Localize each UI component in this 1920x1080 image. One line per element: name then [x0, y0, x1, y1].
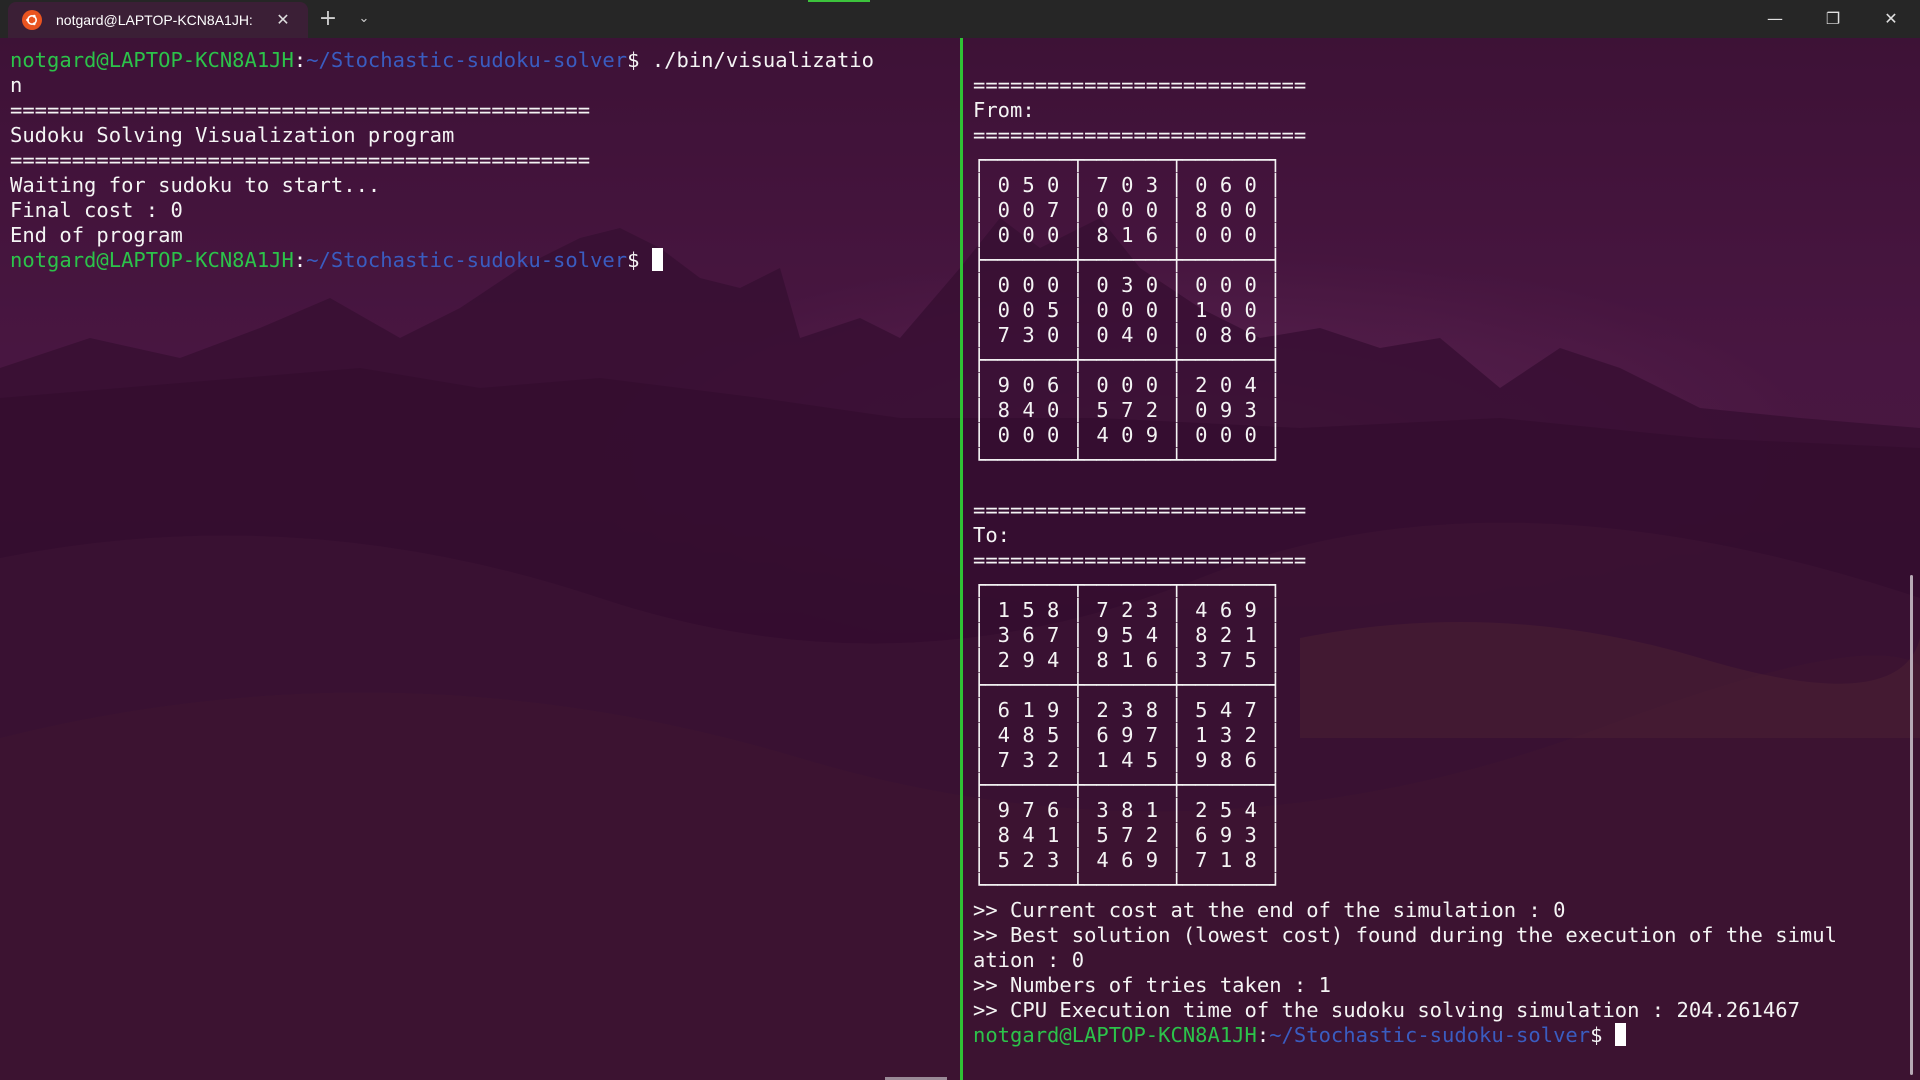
from-sudoku-block: =========================== From: ========… [973, 73, 1913, 498]
result-output-line: >> Current cost at the end of the simula… [973, 898, 1566, 922]
output-line: ========================================… [10, 148, 591, 172]
to-output-line: ┌───────┬───────┬───────┐ [973, 573, 1282, 597]
prompt-colon: : [1256, 1023, 1270, 1047]
output-line: Final cost : 0 [10, 198, 183, 222]
to-output-line: =========================== [973, 548, 1307, 572]
from-output-line [973, 473, 1913, 498]
to-output-line: │ 2 9 4 │ 8 1 6 │ 3 7 5 │ [973, 648, 1282, 672]
accent-line [808, 0, 870, 2]
text-cursor [1614, 1023, 1626, 1046]
prompt-line: notgard@LAPTOP-KCN8A1JH:~/Stochastic-sud… [973, 1023, 1913, 1048]
terminal-window: notgard@LAPTOP-KCN8A1JH: ✕ + ⌄ — ❐ ✕ not… [0, 0, 1920, 1080]
result-output-line: >> Numbers of tries taken : 1 [973, 973, 1331, 997]
from-output-line: │ 0 0 5 │ 0 0 0 │ 1 0 0 │ [973, 298, 1282, 322]
output-line: ========================================… [10, 98, 591, 122]
to-output-line: └───────┴───────┴───────┘ [973, 873, 1282, 897]
prompt-path: ~/Stochastic-sudoku-solver [306, 48, 628, 72]
right-terminal-output: =========================== From: ========… [973, 73, 1913, 1048]
to-output-line: │ 8 4 1 │ 5 7 2 │ 6 9 3 │ [973, 823, 1282, 847]
from-output-line: ├───────┼───────┼───────┤ [973, 248, 1282, 272]
from-output-line: │ 0 5 0 │ 7 0 3 │ 0 6 0 │ [973, 173, 1282, 197]
result-output-line: >> Best solution (lowest cost) found dur… [973, 923, 1837, 947]
title-bar: notgard@LAPTOP-KCN8A1JH: ✕ + ⌄ — ❐ ✕ [0, 0, 1920, 38]
chevron-down-icon[interactable]: ⌄ [346, 0, 382, 38]
from-output-line: From: [973, 98, 1035, 122]
left-terminal-pane[interactable]: notgard@LAPTOP-KCN8A1JH:~/Stochastic-sud… [0, 38, 960, 1080]
from-output-line: └───────┴───────┴───────┘ [973, 448, 1282, 472]
prompt-dollar: $ [627, 48, 652, 72]
result-output-line: >> CPU Execution time of the sudoku solv… [973, 998, 1800, 1022]
to-output-line: │ 5 2 3 │ 4 6 9 │ 7 1 8 │ [973, 848, 1282, 872]
plus-icon[interactable]: + [310, 0, 346, 38]
prompt-user: notgard@LAPTOP-KCN8A1JH [10, 48, 294, 72]
from-output-line: ┌───────┬───────┬───────┐ [973, 148, 1282, 172]
prompt-user: notgard@LAPTOP-KCN8A1JH [973, 1023, 1257, 1047]
prompt-user: notgard@LAPTOP-KCN8A1JH [10, 248, 294, 272]
to-output-line: │ 4 8 5 │ 6 9 7 │ 1 3 2 │ [973, 723, 1282, 747]
ubuntu-icon [22, 10, 42, 30]
to-sudoku-block: =========================== To: ==========… [973, 498, 1913, 898]
prompt-line: notgard@LAPTOP-KCN8A1JH:~/Stochastic-sud… [10, 248, 960, 273]
prompt-dollar: $ [627, 248, 652, 272]
tab-title: notgard@LAPTOP-KCN8A1JH: [56, 12, 253, 28]
command-wrap-line: n [10, 73, 23, 97]
prompt-path: ~/Stochastic-sudoku-solver [1269, 1023, 1591, 1047]
output-line: Sudoku Solving Visualization program [10, 123, 455, 147]
prompt-colon: : [293, 48, 307, 72]
to-output-line: To: [973, 523, 1011, 547]
prompt-line: notgard@LAPTOP-KCN8A1JH:~/Stochastic-sud… [10, 48, 960, 73]
tab-ubuntu[interactable]: notgard@LAPTOP-KCN8A1JH: ✕ [8, 2, 308, 38]
scrollbar-thumb[interactable] [1910, 575, 1913, 1075]
result-output-line: ation : 0 [973, 948, 1085, 972]
output-line: Waiting for sudoku to start... [10, 173, 381, 197]
left-terminal-output: notgard@LAPTOP-KCN8A1JH:~/Stochastic-sud… [10, 48, 960, 273]
from-output-line: │ 0 0 0 │ 0 3 0 │ 0 0 0 │ [973, 273, 1282, 297]
text-cursor [651, 248, 663, 271]
from-output-line: │ 7 3 0 │ 0 4 0 │ 0 8 6 │ [973, 323, 1282, 347]
from-output-line: │ 0 0 0 │ 8 1 6 │ 0 0 0 │ [973, 223, 1282, 247]
prompt-path: ~/Stochastic-sudoku-solver [306, 248, 628, 272]
window-close-icon[interactable]: ✕ [1862, 0, 1920, 38]
to-output-line: │ 6 1 9 │ 2 3 8 │ 5 4 7 │ [973, 698, 1282, 722]
to-output-line: │ 9 7 6 │ 3 8 1 │ 2 5 4 │ [973, 798, 1282, 822]
minimize-icon[interactable]: — [1746, 0, 1804, 38]
from-output-line: │ 8 4 0 │ 5 7 2 │ 0 9 3 │ [973, 398, 1282, 422]
result-block: >> Current cost at the end of the simula… [973, 898, 1913, 1023]
from-output-line: │ 0 0 0 │ 4 0 9 │ 0 0 0 │ [973, 423, 1282, 447]
prompt-colon: : [293, 248, 307, 272]
restore-icon[interactable]: ❐ [1804, 0, 1862, 38]
from-output-line: │ 9 0 6 │ 0 0 0 │ 2 0 4 │ [973, 373, 1282, 397]
from-output-line: =========================== [973, 123, 1307, 147]
to-output-line: ├───────┼───────┼───────┤ [973, 773, 1282, 797]
to-output-line: │ 3 6 7 │ 9 5 4 │ 8 2 1 │ [973, 623, 1282, 647]
from-output-line: ├───────┼───────┼───────┤ [973, 348, 1282, 372]
prompt-dollar: $ [1590, 1023, 1615, 1047]
right-terminal-pane[interactable]: =========================== From: ========… [963, 38, 1913, 1080]
command-text: ./bin/visualizatio [651, 48, 874, 72]
close-icon[interactable]: ✕ [274, 11, 292, 29]
to-output-line: │ 7 3 2 │ 1 4 5 │ 9 8 6 │ [973, 748, 1282, 772]
to-output-line: =========================== [973, 498, 1307, 522]
window-controls: — ❐ ✕ [1746, 0, 1920, 38]
from-output-line: │ 0 0 7 │ 0 0 0 │ 8 0 0 │ [973, 198, 1282, 222]
to-output-line: │ 1 5 8 │ 7 2 3 │ 4 6 9 │ [973, 598, 1282, 622]
to-output-line: ├───────┼───────┼───────┤ [973, 673, 1282, 697]
from-output-line: =========================== [973, 73, 1307, 97]
output-line: End of program [10, 223, 183, 247]
